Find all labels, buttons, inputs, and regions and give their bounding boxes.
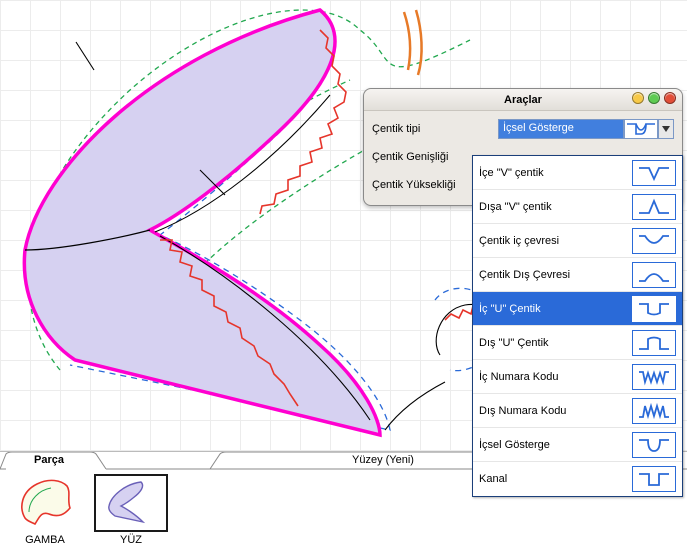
tab-part[interactable]: Parça [34, 454, 64, 466]
dropdown-arrow-icon[interactable] [658, 119, 674, 139]
close-icon[interactable] [664, 92, 676, 104]
window-controls[interactable] [632, 92, 676, 104]
part-label: YÜZ [94, 534, 168, 546]
dropdown-item-label: İç Numara Kodu [473, 371, 632, 383]
dropdown-item[interactable]: Dış Numara Kodu [473, 394, 682, 428]
maximize-icon[interactable] [648, 92, 660, 104]
minimize-icon[interactable] [632, 92, 644, 104]
notch-type-swatch-icon [624, 119, 658, 139]
dropdown-item-label: İçe "V" çentik [473, 167, 632, 179]
num-in-icon [632, 364, 676, 390]
dropdown-item-label: Dış "U" Çentik [473, 337, 632, 349]
tab-surface[interactable]: Yüzey (Yeni) [352, 454, 414, 466]
dropdown-item-label: İç "U" Çentik [473, 303, 632, 315]
dropdown-item[interactable]: Çentik Dış Çevresi [473, 258, 682, 292]
part-thumb-gamba[interactable]: GAMBA [8, 474, 82, 546]
dropdown-item[interactable]: İçsel Gösterge [473, 428, 682, 462]
pattern-piece [24, 10, 380, 435]
u-in-wide-icon [632, 228, 676, 254]
v-in-icon [632, 160, 676, 186]
u-out-wide-icon [632, 262, 676, 288]
dropdown-item-label: İçsel Gösterge [473, 439, 632, 451]
u-out-icon [632, 330, 676, 356]
dropdown-item-label: Kanal [473, 473, 632, 485]
tools-panel-title: Araçlar [504, 94, 542, 106]
notch-type-combo[interactable]: İçsel Gösterge [498, 118, 674, 140]
u-in-icon [632, 296, 676, 322]
dropdown-item[interactable]: Dışa "V" çentik [473, 190, 682, 224]
notch-type-dropdown[interactable]: İçe "V" çentik Dışa "V" çentik Çentik iç ç… [472, 155, 683, 497]
dropdown-item-label: Dış Numara Kodu [473, 405, 632, 417]
dropdown-item[interactable]: Kanal [473, 462, 682, 496]
notch-type-value: İçsel Gösterge [498, 119, 624, 139]
dropdown-item[interactable]: İç Numara Kodu [473, 360, 682, 394]
v-out-icon [632, 194, 676, 220]
dropdown-item-label: Çentik Dış Çevresi [473, 269, 632, 281]
dropdown-item[interactable]: Dış "U" Çentik [473, 326, 682, 360]
dropdown-item[interactable]: İç "U" Çentik [473, 292, 682, 326]
dropdown-item[interactable]: Çentik iç çevresi [473, 224, 682, 258]
dropdown-item-label: Dışa "V" çentik [473, 201, 632, 213]
notch-type-label: Çentik tipi [372, 123, 498, 135]
channel-icon [632, 466, 676, 492]
indicator-icon [632, 432, 676, 458]
part-label: GAMBA [8, 534, 82, 546]
dropdown-item-label: Çentik iç çevresi [473, 235, 632, 247]
dropdown-item[interactable]: İçe "V" çentik [473, 156, 682, 190]
part-thumb-yuz[interactable]: YÜZ [94, 474, 168, 546]
num-out-icon [632, 398, 676, 424]
tools-panel-titlebar[interactable]: Araçlar [364, 89, 682, 111]
